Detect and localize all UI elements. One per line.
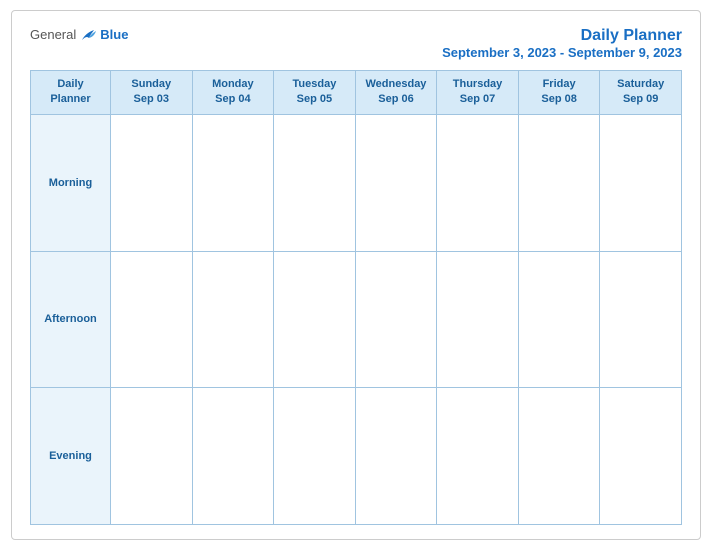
logo-text: General Blue (30, 27, 128, 42)
cell-evening-wednesday[interactable] (355, 388, 437, 525)
cell-morning-saturday[interactable] (600, 114, 682, 251)
calendar-table: DailyPlanner SundaySep 03 MondaySep 04 T… (30, 70, 682, 525)
table-header-row: DailyPlanner SundaySep 03 MondaySep 04 T… (31, 71, 682, 115)
cell-evening-friday[interactable] (518, 388, 600, 525)
cell-afternoon-tuesday[interactable] (274, 251, 356, 388)
row-label-morning: Morning (31, 114, 111, 251)
cell-afternoon-saturday[interactable] (600, 251, 682, 388)
row-label-evening: Evening (31, 388, 111, 525)
cell-evening-sunday[interactable] (111, 388, 193, 525)
header-thursday: ThursdaySep 07 (437, 71, 519, 115)
cell-morning-sunday[interactable] (111, 114, 193, 251)
header-sunday: SundaySep 03 (111, 71, 193, 115)
cell-evening-monday[interactable] (192, 388, 274, 525)
cell-evening-saturday[interactable] (600, 388, 682, 525)
cell-afternoon-monday[interactable] (192, 251, 274, 388)
cell-afternoon-wednesday[interactable] (355, 251, 437, 388)
planner-date-range: September 3, 2023 - September 9, 2023 (442, 45, 682, 60)
title-area: Daily Planner September 3, 2023 - Septem… (442, 27, 682, 60)
header-tuesday: TuesdaySep 05 (274, 71, 356, 115)
cell-morning-tuesday[interactable] (274, 114, 356, 251)
planner-title: Daily Planner (442, 27, 682, 45)
cell-morning-thursday[interactable] (437, 114, 519, 251)
logo-area: General Blue (30, 27, 128, 42)
header-saturday: SaturdaySep 09 (600, 71, 682, 115)
header-monday: MondaySep 04 (192, 71, 274, 115)
header-wednesday: WednesdaySep 06 (355, 71, 437, 115)
table-row-afternoon: Afternoon (31, 251, 682, 388)
row-label-afternoon: Afternoon (31, 251, 111, 388)
cell-afternoon-thursday[interactable] (437, 251, 519, 388)
logo-blue-text: Blue (100, 27, 128, 42)
cell-evening-thursday[interactable] (437, 388, 519, 525)
cell-morning-friday[interactable] (518, 114, 600, 251)
header-daily-planner: DailyPlanner (31, 71, 111, 115)
table-row-morning: Morning (31, 114, 682, 251)
cell-evening-tuesday[interactable] (274, 388, 356, 525)
table-row-evening: Evening (31, 388, 682, 525)
page: General Blue Daily Planner September 3, … (11, 10, 701, 540)
logo-general-text: General (30, 27, 76, 42)
logo-bird-icon (80, 28, 98, 42)
cell-morning-monday[interactable] (192, 114, 274, 251)
cell-afternoon-sunday[interactable] (111, 251, 193, 388)
header: General Blue Daily Planner September 3, … (30, 27, 682, 60)
cell-afternoon-friday[interactable] (518, 251, 600, 388)
cell-morning-wednesday[interactable] (355, 114, 437, 251)
header-friday: FridaySep 08 (518, 71, 600, 115)
